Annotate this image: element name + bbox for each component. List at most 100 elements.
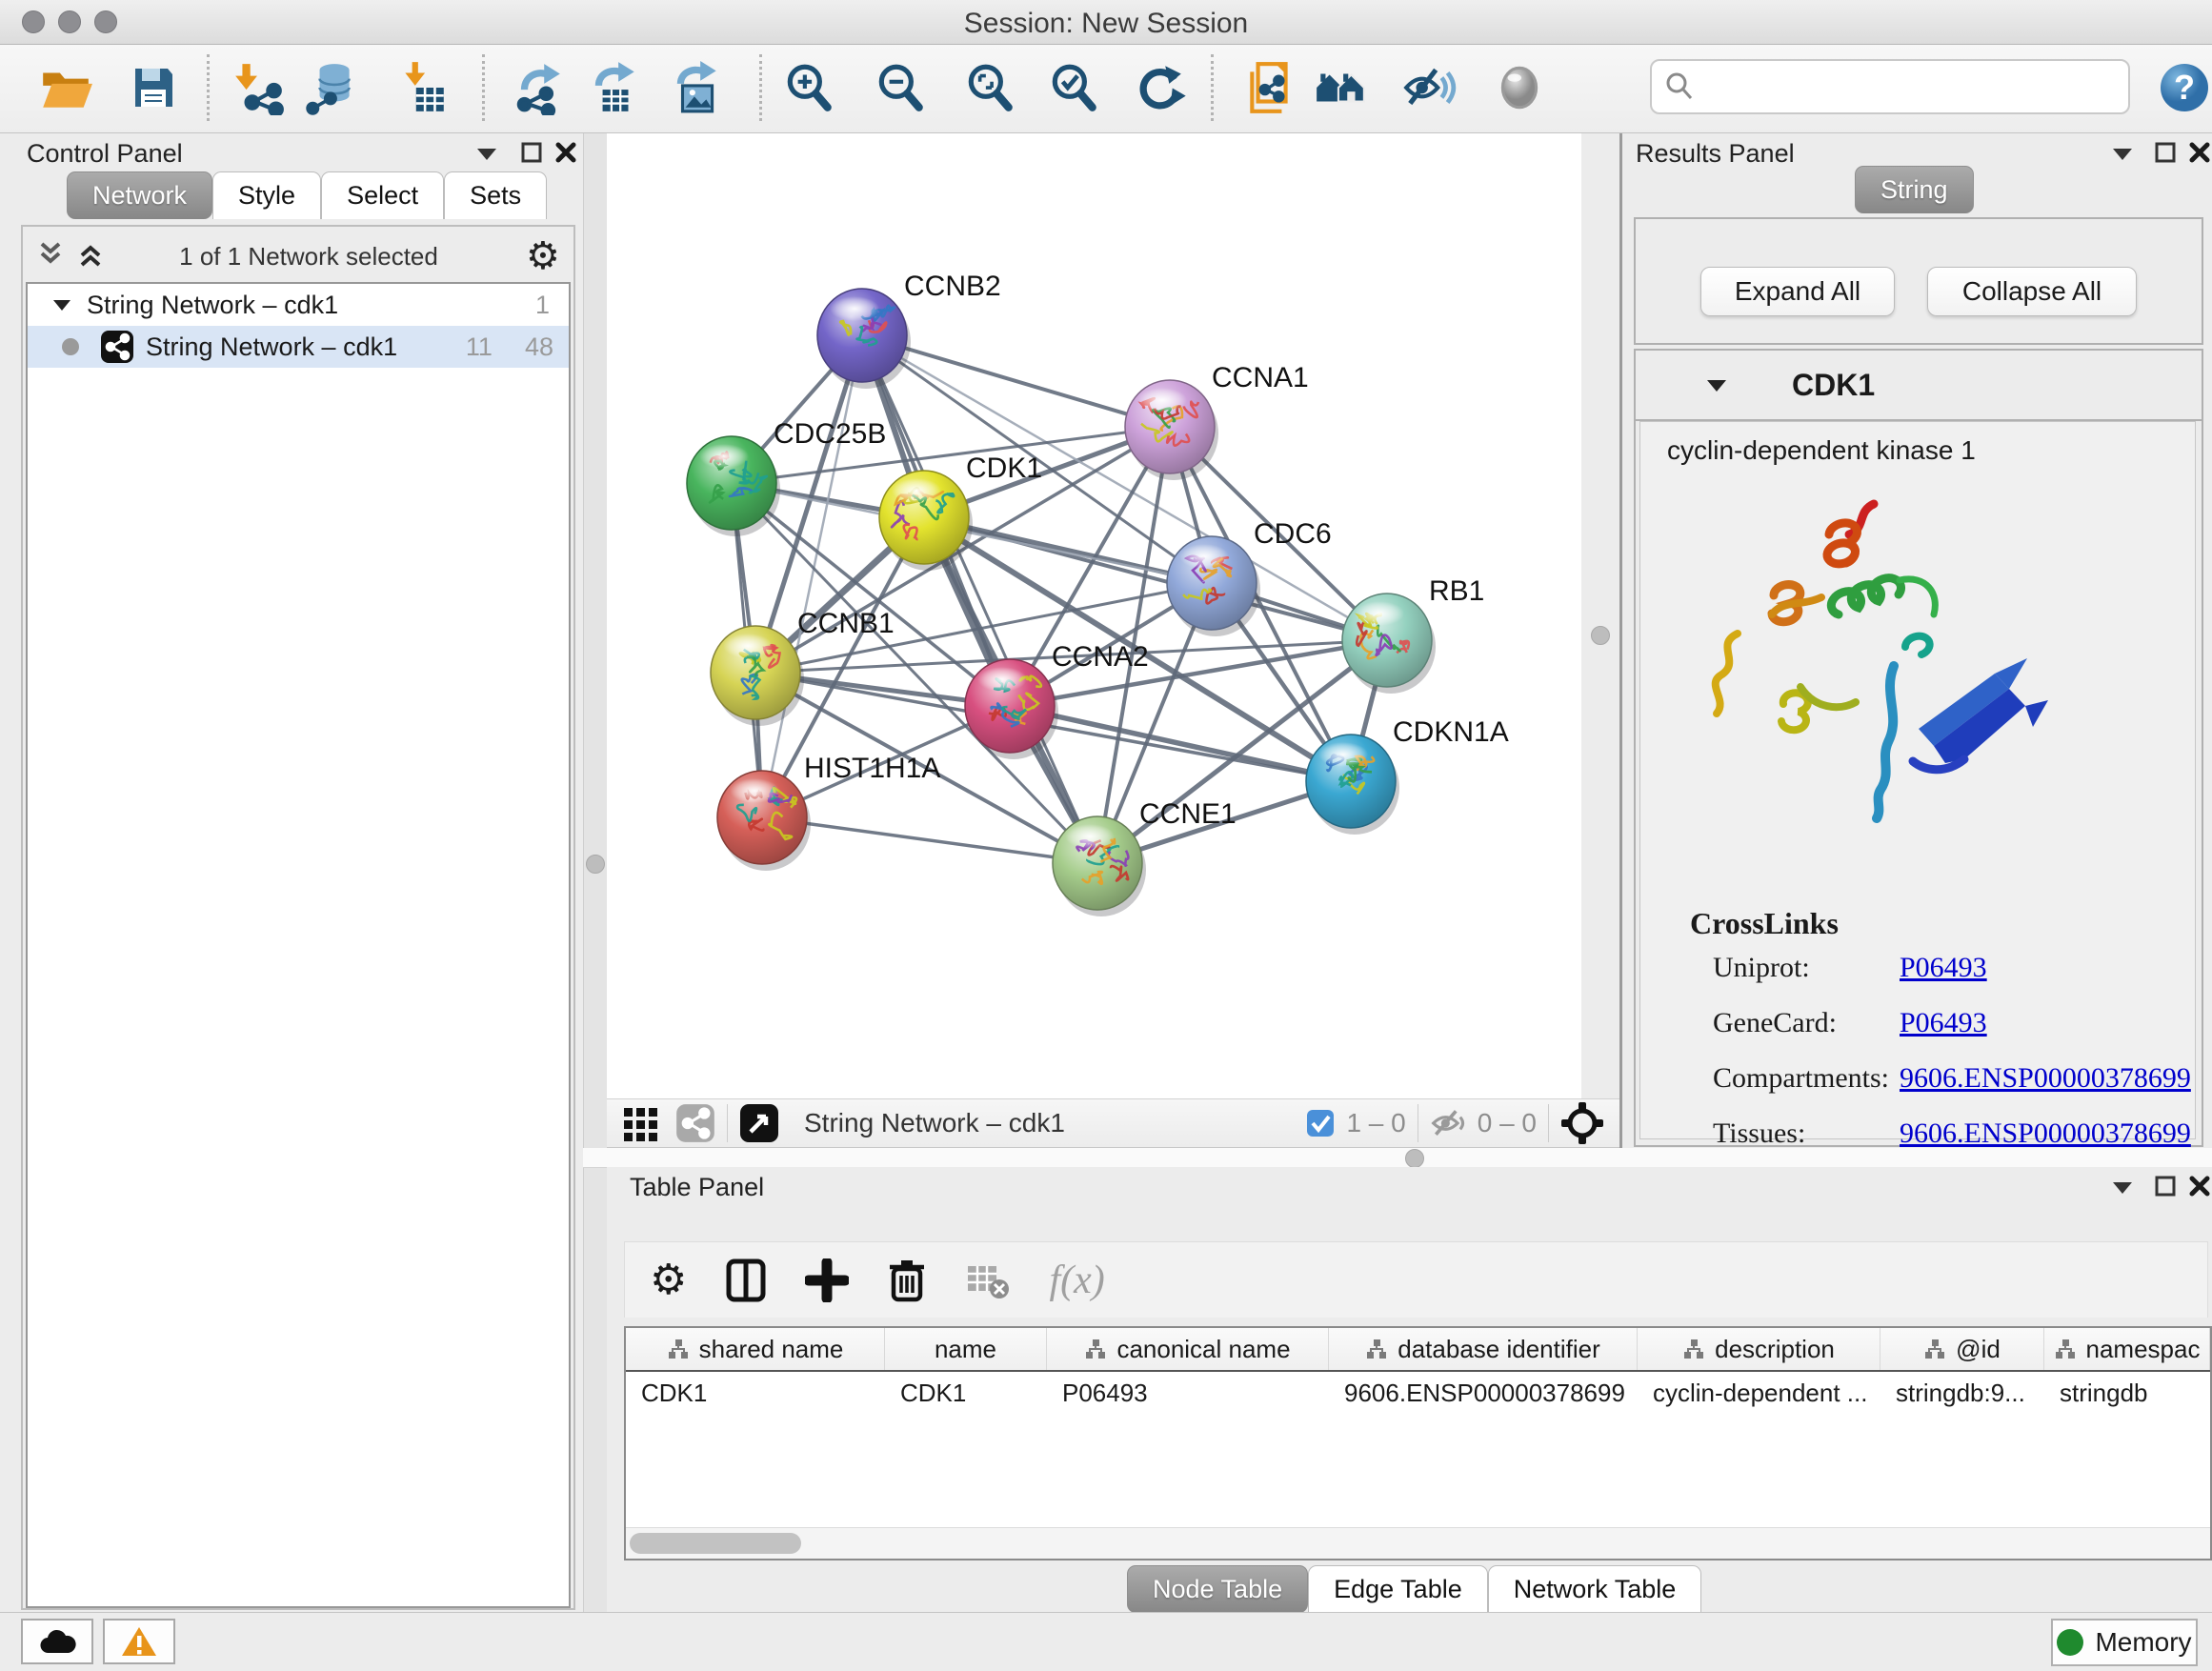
center-view-crosshair-icon[interactable] bbox=[1560, 1101, 1604, 1145]
show-columns-icon[interactable] bbox=[725, 1258, 767, 1303]
network-share-gray-icon[interactable] bbox=[675, 1103, 715, 1143]
network-collection-row[interactable]: String Network – cdk1 1 bbox=[28, 284, 569, 326]
control-panel-close-button[interactable] bbox=[554, 141, 577, 169]
node-gloss-highlight bbox=[977, 667, 1027, 692]
table-panel-maximize-button[interactable] bbox=[2154, 1175, 2177, 1202]
network-selection-status: 1 of 1 Network selected bbox=[118, 242, 499, 272]
network-graph[interactable]: CCNB2CCNA1CDC25BCDK1CDC6RB1CCNB1CCNA2CDK… bbox=[607, 133, 1581, 1098]
vertical-splitter[interactable] bbox=[583, 133, 609, 1612]
add-column-icon[interactable] bbox=[805, 1258, 849, 1302]
tab-network-table[interactable]: Network Table bbox=[1488, 1565, 1702, 1613]
search-input[interactable] bbox=[1703, 71, 2128, 103]
scrollbar-thumb[interactable] bbox=[630, 1533, 801, 1554]
warning-status-button[interactable] bbox=[103, 1619, 175, 1664]
column-header-namespac[interactable]: namespac bbox=[2044, 1328, 2210, 1370]
zoom-fit-button[interactable] bbox=[960, 58, 1019, 117]
export-image-button[interactable] bbox=[667, 58, 726, 117]
tab-edge-table[interactable]: Edge Table bbox=[1308, 1565, 1488, 1613]
column-header--id[interactable]: @id bbox=[1880, 1328, 2044, 1370]
table-row[interactable]: CDK1CDK1P064939606.ENSP00000378699cyclin… bbox=[626, 1372, 2210, 1414]
network-node-HIST1H1A[interactable]: HIST1H1A bbox=[717, 753, 940, 871]
memory-button[interactable]: Memory bbox=[2051, 1619, 2198, 1666]
enhanced-graphics-toggle-button[interactable] bbox=[1400, 58, 1459, 117]
network-options-gear-icon[interactable]: ⚙ bbox=[526, 234, 560, 278]
collection-expander-icon[interactable] bbox=[50, 295, 73, 314]
results-panel-float-button[interactable] bbox=[2110, 143, 2135, 169]
level-of-detail-button[interactable] bbox=[1490, 58, 1549, 117]
network-edge-HIST1H1A-CCNE1[interactable] bbox=[762, 817, 1097, 863]
node-gloss-highlight bbox=[723, 634, 773, 658]
delete-column-trash-icon[interactable] bbox=[887, 1258, 927, 1303]
export-network-button[interactable] bbox=[509, 58, 568, 117]
crosslink-value-link[interactable]: P06493 bbox=[1900, 1007, 1987, 1039]
tab-select[interactable]: Select bbox=[321, 171, 444, 219]
table-panel-float-button[interactable] bbox=[2110, 1177, 2135, 1202]
cloud-status-button[interactable] bbox=[21, 1619, 93, 1664]
network-edge-CCNA2-CDKN1A[interactable] bbox=[1010, 706, 1351, 781]
save-session-button[interactable] bbox=[124, 58, 183, 117]
control-panel-float-button[interactable] bbox=[474, 143, 499, 169]
zoom-out-icon bbox=[873, 60, 928, 115]
network-node-CDKN1A[interactable]: CDKN1A bbox=[1306, 716, 1509, 835]
apply-layout-button[interactable] bbox=[1130, 58, 1189, 117]
column-header-canonical-name[interactable]: canonical name bbox=[1047, 1328, 1329, 1370]
string-import-button[interactable] bbox=[1240, 58, 1299, 117]
import-table-button[interactable] bbox=[392, 58, 452, 117]
results-panel-close-button[interactable] bbox=[2188, 141, 2211, 169]
open-session-button[interactable] bbox=[36, 58, 95, 117]
network-node-CCNE1[interactable]: CCNE1 bbox=[1053, 798, 1237, 916]
control-panel-maximize-button[interactable] bbox=[520, 141, 543, 169]
crosslink-label: Compartments: bbox=[1713, 1062, 1900, 1095]
entry-header[interactable]: CDK1 bbox=[1636, 351, 2202, 421]
crosslink-value-link[interactable]: 9606.ENSP00000378699 bbox=[1900, 1062, 2191, 1095]
expand-all-button[interactable]: Expand All bbox=[1700, 267, 1895, 316]
crosslink-label: Tissues: bbox=[1713, 1117, 1900, 1150]
crosslink-value-link[interactable]: 9606.ENSP00000378699 bbox=[1900, 1117, 2191, 1150]
birdseye-grid-icon[interactable] bbox=[620, 1102, 662, 1144]
zoom-in-button[interactable] bbox=[779, 58, 838, 117]
collapse-all-button[interactable]: Collapse All bbox=[1927, 267, 2137, 316]
splitter-handle[interactable] bbox=[1591, 626, 1610, 645]
column-header-name[interactable]: name bbox=[885, 1328, 1047, 1370]
string-home-button[interactable] bbox=[1311, 58, 1370, 117]
horizontal-scrollbar[interactable] bbox=[626, 1527, 2210, 1559]
expand-all-networks-button[interactable] bbox=[74, 240, 107, 273]
export-image-icon bbox=[669, 60, 724, 115]
column-header-shared-name[interactable]: shared name bbox=[626, 1328, 885, 1370]
table-settings-gear-icon[interactable]: ⚙ bbox=[650, 1256, 687, 1304]
column-header-description[interactable]: description bbox=[1638, 1328, 1880, 1370]
splitter-handle[interactable] bbox=[586, 855, 605, 874]
network-results-splitter[interactable] bbox=[1581, 133, 1622, 1098]
network-node-CCNB2[interactable]: CCNB2 bbox=[817, 271, 1001, 389]
zoom-out-button[interactable] bbox=[871, 58, 930, 117]
export-table-button[interactable] bbox=[585, 58, 644, 117]
tab-sets[interactable]: Sets bbox=[444, 171, 547, 219]
crosslink-value-link[interactable]: P06493 bbox=[1900, 952, 1987, 984]
tab-network[interactable]: Network bbox=[67, 171, 212, 219]
crosslink-row: Compartments:9606.ENSP00000378699 bbox=[1713, 1062, 2170, 1095]
table-cell: 9606.ENSP00000378699 bbox=[1329, 1372, 1638, 1414]
network-node-CCNA1[interactable]: CCNA1 bbox=[1125, 362, 1309, 480]
tab-style[interactable]: Style bbox=[212, 171, 321, 219]
external-view-icon[interactable] bbox=[739, 1103, 779, 1143]
entry-description: cyclin-dependent kinase 1 bbox=[1667, 435, 1976, 466]
collapse-all-networks-button[interactable] bbox=[34, 240, 67, 273]
column-header-database-identifier[interactable]: database identifier bbox=[1329, 1328, 1638, 1370]
network-node-CDK1[interactable]: CDK1 bbox=[879, 453, 1042, 571]
import-network-button[interactable] bbox=[229, 58, 288, 117]
splitter-handle[interactable] bbox=[1405, 1149, 1424, 1168]
network-node-RB1[interactable]: RB1 bbox=[1342, 575, 1484, 694]
import-network-from-database-button[interactable] bbox=[303, 58, 362, 117]
tab-string[interactable]: String bbox=[1855, 166, 1974, 213]
results-panel-maximize-button[interactable] bbox=[2154, 141, 2177, 169]
tab-node-table[interactable]: Node Table bbox=[1127, 1565, 1308, 1613]
node-gloss-highlight bbox=[1318, 742, 1368, 767]
table-panel-close-button[interactable] bbox=[2188, 1175, 2211, 1202]
entry-expander-icon[interactable] bbox=[1704, 374, 1729, 395]
zoom-selected-button[interactable] bbox=[1044, 58, 1103, 117]
node-gloss-highlight bbox=[1065, 824, 1115, 849]
help-button[interactable]: ? bbox=[2155, 58, 2212, 117]
network-row[interactable]: String Network – cdk1 11 48 bbox=[28, 326, 569, 368]
column-header-label: database identifier bbox=[1398, 1335, 1599, 1364]
selected-nodes-checkbox-icon[interactable] bbox=[1306, 1109, 1335, 1137]
